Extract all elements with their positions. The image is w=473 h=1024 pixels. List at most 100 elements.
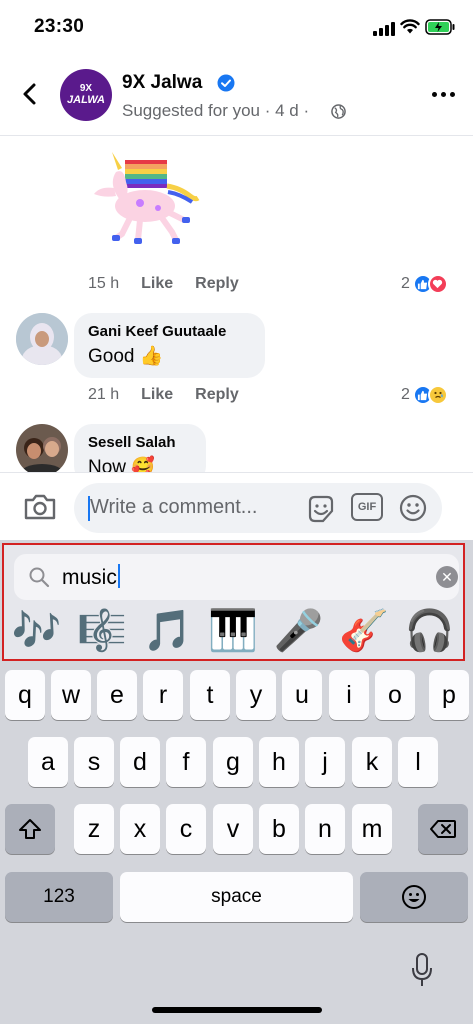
status-bar: 23:30: [0, 0, 473, 56]
emoji-search-value: music: [62, 564, 120, 590]
sad-reaction-icon: [427, 385, 448, 405]
comment-actions: 21 h Like Reply: [88, 386, 239, 404]
reply-button[interactable]: Reply: [195, 386, 239, 404]
like-button[interactable]: Like: [141, 275, 173, 293]
emoji-result[interactable]: 🎤: [266, 605, 332, 657]
reaction-summary[interactable]: 2: [401, 385, 448, 405]
key-r[interactable]: r: [143, 670, 183, 720]
emoji-key[interactable]: [360, 872, 468, 922]
numbers-key[interactable]: 123: [5, 872, 113, 922]
love-reaction-icon: [427, 274, 448, 294]
emoji-result[interactable]: 🎶: [4, 605, 70, 657]
clear-search-button[interactable]: ✕: [436, 566, 458, 588]
key-w[interactable]: w: [51, 670, 91, 720]
key-b[interactable]: b: [259, 804, 299, 854]
avatar[interactable]: [16, 424, 68, 476]
key-u[interactable]: u: [282, 670, 322, 720]
like-button[interactable]: Like: [141, 386, 173, 404]
avatar[interactable]: [16, 313, 68, 365]
comment-text: Good 👍: [88, 346, 164, 367]
dot-icon: [449, 91, 455, 97]
more-options-button[interactable]: [428, 80, 458, 108]
dot-icon: [431, 91, 437, 97]
comment-time: 21 h: [88, 386, 120, 403]
key-c[interactable]: c: [166, 804, 206, 854]
key-l[interactable]: l: [398, 737, 438, 787]
key-o[interactable]: o: [375, 670, 415, 720]
shift-icon: [19, 819, 41, 839]
delete-key[interactable]: [418, 804, 468, 854]
reaction-summary[interactable]: 2: [401, 274, 448, 294]
chevron-left-icon: [23, 83, 36, 105]
wifi-icon: [400, 19, 420, 34]
user-photo-icon: [16, 424, 68, 476]
smiley-icon: [402, 885, 426, 909]
key-k[interactable]: k: [352, 737, 392, 787]
sticker-icon[interactable]: [306, 494, 336, 524]
key-p[interactable]: p: [429, 670, 469, 720]
verified-badge-icon: [217, 74, 235, 92]
text-cursor: [88, 496, 90, 521]
key-n[interactable]: n: [305, 804, 345, 854]
post-header: 9X JALWA 9X Jalwa Suggested for you · 4 …: [0, 56, 473, 136]
emoji-search-text: music: [62, 566, 117, 589]
gif-button[interactable]: GIF: [351, 493, 383, 523]
emoji-result[interactable]: 🎹: [201, 605, 267, 657]
globe-icon: [331, 104, 346, 119]
gif-label: GIF: [351, 493, 383, 521]
key-d[interactable]: d: [120, 737, 160, 787]
cellular-signal-icon: [373, 22, 395, 36]
comment-author[interactable]: Sesell Salah: [88, 434, 192, 451]
reaction-count: 2: [401, 275, 410, 292]
key-j[interactable]: j: [305, 737, 345, 787]
page-avatar[interactable]: 9X JALWA: [60, 69, 112, 121]
key-e[interactable]: e: [97, 670, 137, 720]
status-time: 23:30: [34, 16, 85, 37]
key-m[interactable]: m: [352, 804, 392, 854]
dot-icon: [440, 91, 446, 97]
key-v[interactable]: v: [213, 804, 253, 854]
text-cursor: [117, 564, 120, 588]
key-h[interactable]: h: [259, 737, 299, 787]
reaction-count: 2: [401, 386, 410, 403]
unicorn-rainbow-sticker: [94, 152, 200, 244]
space-key[interactable]: space: [120, 872, 353, 922]
comment-author[interactable]: Gani Keef Guutaale: [88, 323, 251, 340]
camera-icon[interactable]: [22, 491, 58, 523]
emoji-result[interactable]: 🎵: [135, 605, 201, 657]
reply-button[interactable]: Reply: [195, 275, 239, 293]
key-z[interactable]: z: [74, 804, 114, 854]
emoji-search-panel: music ✕ 🎶 🎼 🎵 🎹 🎤 🎸 🎧: [2, 543, 465, 661]
page-name[interactable]: 9X Jalwa: [122, 72, 202, 94]
emoji-result[interactable]: 🎸: [332, 605, 398, 657]
comment-time: 15 h: [88, 275, 120, 292]
key-i[interactable]: i: [329, 670, 369, 720]
key-x[interactable]: x: [120, 804, 160, 854]
smiley-icon[interactable]: [398, 493, 428, 523]
battery-charging-icon: [425, 19, 455, 35]
key-q[interactable]: q: [5, 670, 45, 720]
key-y[interactable]: y: [236, 670, 276, 720]
backspace-icon: [430, 820, 456, 838]
back-button[interactable]: [14, 78, 46, 110]
user-photo-icon: [16, 313, 68, 365]
comment-input[interactable]: Write a comment...: [74, 483, 442, 533]
comment-bubble[interactable]: Gani Keef Guutaale Good 👍: [74, 313, 265, 378]
microphone-icon[interactable]: [410, 952, 434, 988]
comment-placeholder: Write a comment...: [90, 496, 258, 518]
key-t[interactable]: t: [190, 670, 230, 720]
key-f[interactable]: f: [166, 737, 206, 787]
post-subtitle: Suggested for you · 4 d ·: [122, 101, 310, 120]
emoji-result[interactable]: 🎼: [70, 605, 136, 657]
home-indicator[interactable]: [152, 1007, 322, 1013]
key-a[interactable]: a: [28, 737, 68, 787]
search-icon: [29, 567, 50, 588]
shift-key[interactable]: [5, 804, 55, 854]
emoji-search-field[interactable]: music ✕: [14, 554, 459, 600]
emoji-result[interactable]: 🎧: [397, 605, 463, 657]
key-s[interactable]: s: [74, 737, 114, 787]
comment-actions: 15 h Like Reply: [88, 275, 239, 293]
avatar-logo-top: 9X: [79, 83, 93, 94]
key-g[interactable]: g: [213, 737, 253, 787]
avatar-logo-bottom: JALWA: [67, 94, 105, 106]
